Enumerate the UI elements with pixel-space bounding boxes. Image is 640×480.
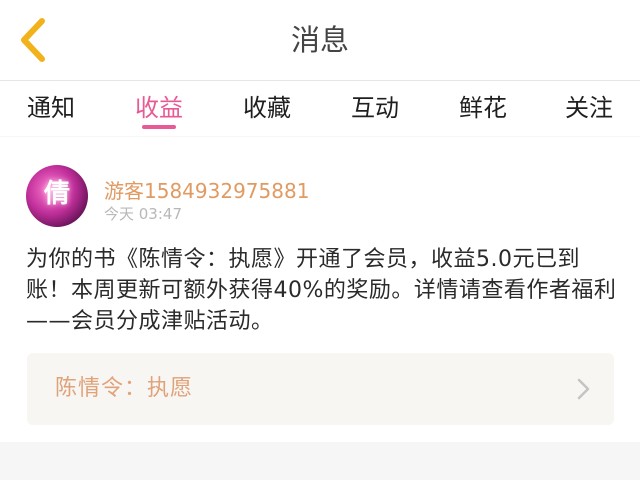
sender-username[interactable]: 游客1584932975881 xyxy=(104,175,309,204)
top-bar: 消息 xyxy=(0,0,640,81)
back-button[interactable] xyxy=(10,14,56,66)
tab-interactions[interactable]: 互动 xyxy=(330,91,420,131)
message-time: 今天 03:47 xyxy=(104,205,182,223)
tab-flowers[interactable]: 鲜花 xyxy=(438,91,528,131)
tab-following[interactable]: 关注 xyxy=(544,91,634,131)
page-title: 消息 xyxy=(290,23,349,57)
message-item: 倩 游客1584932975881 今天 03:47 为你的书《陈情令：执愿》开… xyxy=(0,137,640,442)
chevron-left-icon xyxy=(21,18,45,62)
tab-bar: 通知 收益 收藏 互动 鲜花 关注 xyxy=(0,81,640,136)
tab-favorites[interactable]: 收藏 xyxy=(222,91,312,131)
active-tab-indicator xyxy=(142,125,176,129)
tab-notifications[interactable]: 通知 xyxy=(6,91,96,131)
avatar[interactable]: 倩 xyxy=(26,165,88,227)
message-body: 为你的书《陈情令：执愿》开通了会员，收益5.0元已到账！本周更新可额外获得40%… xyxy=(26,247,617,334)
avatar-glyph: 倩 xyxy=(43,179,70,209)
book-link-card[interactable]: 陈情令：执愿 xyxy=(27,353,614,425)
book-title: 陈情令：执愿 xyxy=(55,376,194,401)
chevron-right-icon xyxy=(577,378,590,400)
